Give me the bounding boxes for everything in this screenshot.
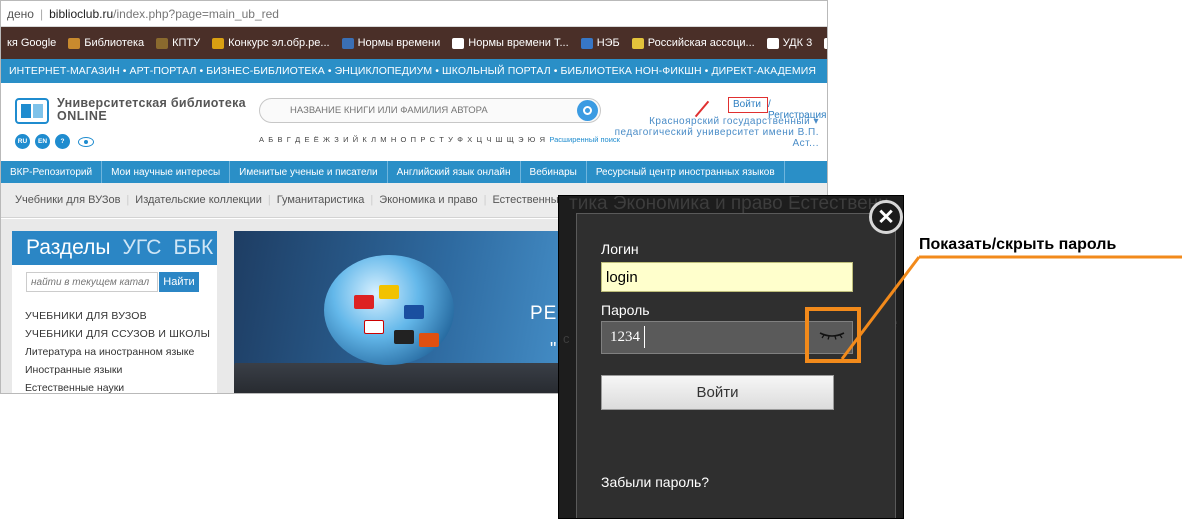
bookmark-item[interactable]: КПТУ [156,37,200,49]
login-input[interactable] [601,262,853,292]
globe-image [324,255,454,365]
page-icon [156,37,169,49]
alphabet-index[interactable]: А Б В Г Д Е Ё Ж З И Й К Л М Н О П Р С Т … [259,135,620,144]
annotation-pointer-line [694,100,710,118]
bookmark-item[interactable]: НЭБ [580,37,620,49]
bookmark-item[interactable]: УДК классификатор. [824,37,827,49]
flag-icon [354,295,374,309]
lang-ru-button[interactable]: RU [15,134,30,149]
search-input[interactable] [260,99,560,122]
bookmark-item[interactable]: Нормы времени [341,37,441,49]
section-item[interactable]: Иностранные языки [25,361,210,379]
nav-my-interests[interactable]: Мои научные интересы [102,161,231,183]
grid-icon [824,37,827,49]
site-header: Университетская библиотека ONLINE RU EN … [1,83,827,161]
section-item[interactable]: Естественные науки [25,379,210,393]
password-label: Пароль [601,302,650,318]
tab-ugs[interactable]: УГС [123,236,162,260]
flag-icon [631,37,644,49]
document-icon [452,37,465,49]
bookmark-item[interactable]: УДК 3 [766,37,813,49]
login-overlay: тика Экономика и право Естественн е с Ло… [558,195,904,519]
banner-text: РЕ [530,303,558,324]
bookmark-label: КПТУ [172,37,201,49]
flag-icon [419,333,439,347]
subnav-publisher-collections[interactable]: Издательские коллекции [129,194,268,206]
flag-icon [394,330,414,344]
overlay-bg-text: тика Экономика и право Естественн [569,195,889,214]
nav-vkr-repository[interactable]: ВКР-Репозиторий [1,161,103,183]
globe-icon [341,37,354,49]
university-selector[interactable]: Красноярский государственный ▾ педагогич… [599,116,819,149]
show-password-icon[interactable] [818,330,846,340]
bookmark-item[interactable]: Российская ассоци... [631,37,755,49]
address-host: biblioclub.ru [49,6,114,21]
library-logo-icon[interactable] [15,98,49,124]
annotation-label: Показать/скрыть пароль [919,236,1117,253]
tab-bbk[interactable]: ББК [173,236,213,260]
login-label: Логин [601,241,639,257]
address-bar[interactable]: дено | biblioclub.ru /index.php?page=mai… [1,1,827,27]
login-submit-button[interactable]: Войти [601,375,834,410]
search-box [259,98,601,123]
bookmark-label: Конкурс эл.обр.ре... [228,37,330,49]
tab-sections[interactable]: Разделы [26,236,111,260]
catalog-search-input[interactable] [26,272,158,292]
neb-icon [580,37,593,49]
alphabet-letters[interactable]: А Б В Г Д Е Ё Ж З И Й К Л М Н О П Р С Т … [259,135,546,144]
bookmark-label: Нормы времени [357,37,441,49]
flag-icon [379,285,399,299]
address-path: /index.php?page=main_ub_red [113,6,279,21]
bookmark-label: Нормы времени Т... [468,37,569,49]
category-nav: ВКР-Репозиторий Мои научные интересы Име… [1,161,827,183]
login-modal: Логин Пароль Войти Забыли пароль? [576,213,896,518]
nav-english-online[interactable]: Английский язык онлайн [388,161,521,183]
bookmark-item[interactable]: Конкурс эл.обр.ре... [212,37,330,49]
section-item[interactable]: УЧЕБНИКИ ДЛЯ ВУЗОВ [25,307,210,325]
address-prefix: дено [7,6,34,21]
banner-subtext: " [550,339,557,359]
login-link[interactable]: Войти [733,99,761,110]
bookmark-item[interactable]: Нормы времени Т... [452,37,569,49]
bookmark-label: НЭБ [596,37,620,49]
flag-icon [404,305,424,319]
bookmarks-bar: кя Google Библиотека КПТУ Конкурс эл.обр.ре… [1,27,827,59]
nav-famous-scientists[interactable]: Именитые ученые и писатели [230,161,388,183]
forgot-password-link[interactable]: Забыли пароль? [601,474,709,490]
search-icon [583,106,592,115]
close-icon[interactable]: ✕ [869,200,903,234]
bookmark-label: кя Google [7,37,57,49]
section-item[interactable]: УЧЕБНИКИ ДЛЯ ССУЗОВ И ШКОЛЫ [25,325,210,343]
subnav-textbooks[interactable]: Учебники для ВУЗов [9,194,126,206]
sidebar: Разделы УГС ББК Найти УЧЕБНИКИ ДЛЯ ВУЗОВ… [12,231,217,393]
folder-icon [68,37,81,49]
subnav-humanities[interactable]: Гуманитаристика [271,194,371,206]
portal-nav[interactable]: ИНТЕРНЕТ-МАГАЗИН • АРТ-ПОРТАЛ • БИЗНЕС-Б… [1,59,827,83]
section-list: УЧЕБНИКИ ДЛЯ ВУЗОВ УЧЕБНИКИ ДЛЯ ССУЗОВ И… [25,307,210,393]
bookmark-item[interactable]: кя Google [7,37,56,49]
lang-en-button[interactable]: EN [35,134,50,149]
help-button[interactable]: ? [55,134,70,149]
logo-subtitle[interactable]: ONLINE [57,109,107,123]
document-icon [766,37,779,49]
logo-icon [212,37,225,49]
text-cursor [644,326,645,348]
bookmark-item[interactable]: Библиотека [68,37,144,49]
bookmark-label: Российская ассоци... [647,37,755,49]
nav-webinars[interactable]: Вебинары [521,161,587,183]
bookmark-label: Библиотека [84,37,145,49]
overlay-bg-text: с [563,331,570,346]
flag-icon [364,320,384,334]
bookmark-label: УДК 3 [782,37,813,49]
sidebar-tabs: Разделы УГС ББК [12,231,217,265]
language-switcher: RU EN ? [15,134,94,149]
nav-language-center[interactable]: Ресурсный центр иностранных языков [587,161,785,183]
subnav-economics-law[interactable]: Экономика и право [373,194,483,206]
catalog-search-button[interactable]: Найти [159,272,199,292]
accessibility-eye-icon[interactable] [78,136,94,147]
logo-title[interactable]: Университетская библиотека [57,96,246,110]
section-item[interactable]: Литература на иностранном языке [25,343,210,361]
address-separator: | [39,6,44,21]
search-button[interactable] [577,100,598,121]
